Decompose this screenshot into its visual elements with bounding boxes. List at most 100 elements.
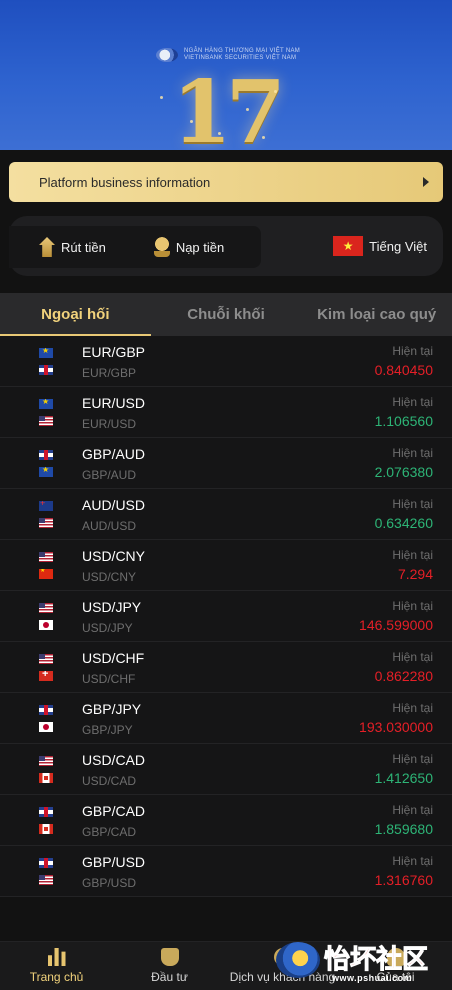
platform-info-label: Platform business information (39, 174, 211, 190)
watermark: 怡坏社区 www.pshuai.com (276, 942, 429, 983)
pair-price: 0.862280 (374, 668, 433, 684)
quote-flag-icon (39, 416, 53, 426)
vietnam-flag-icon: ★ (333, 236, 364, 256)
quote-flag-icon (39, 467, 53, 477)
pair-row[interactable]: EUR/GBP EUR/GBP Hiện tại 0.840450 (0, 336, 452, 387)
hero-banner: NGÂN HÀNG THƯƠNG MẠI VIỆT NAM VIETINBANK… (0, 0, 452, 150)
base-flag-icon (39, 603, 53, 613)
pair-subtitle: GBP/AUD (82, 468, 137, 482)
watermark-url: www.pshuai.com (332, 973, 413, 983)
pair-row[interactable]: GBP/AUD GBP/AUD Hiện tại 2.076380 (0, 438, 452, 489)
language-selector[interactable]: ★ Tiếng Việt (333, 236, 427, 256)
nav-invest-label: Đầu tư (151, 970, 188, 984)
pair-row[interactable]: GBP/USD GBP/USD Hiện tại 1.316760 (0, 846, 452, 897)
base-flag-icon (39, 399, 53, 409)
current-label: Hiện tại (392, 752, 433, 766)
base-flag-icon (39, 654, 53, 664)
current-label: Hiện tại (392, 650, 433, 664)
nav-invest[interactable]: Đầu tư (113, 942, 226, 990)
base-flag-icon (39, 858, 53, 868)
language-label: Tiếng Việt (369, 238, 427, 254)
pair-flags (39, 858, 53, 892)
pair-row[interactable]: GBP/JPY GBP/JPY Hiện tại 193.030000 (0, 693, 452, 744)
current-label: Hiện tại (392, 599, 433, 613)
base-flag-icon (39, 552, 53, 562)
deposit-button[interactable]: Nạp tiền (153, 237, 225, 257)
pair-price: 0.840450 (374, 362, 433, 378)
pair-subtitle: GBP/CAD (82, 825, 137, 839)
pair-price: 1.106560 (374, 413, 433, 429)
quote-flag-icon (39, 722, 53, 732)
pair-row[interactable]: USD/JPY USD/JPY Hiện tại 146.599000 (0, 591, 452, 642)
banner-logo-text: NGÂN HÀNG THƯƠNG MẠI VIỆT NAM VIETINBANK… (184, 48, 301, 61)
watermark-logo-icon (276, 942, 320, 978)
current-label: Hiện tại (392, 497, 433, 511)
quote-flag-icon (39, 824, 53, 834)
currency-pair-list: EUR/GBPEUR/GBPHiện tại0.840450EUR/USDEUR… (0, 336, 452, 897)
pair-flags (39, 399, 53, 433)
nav-home-label: Trang chủ (29, 970, 84, 984)
pair-subtitle: USD/JPY (82, 621, 133, 635)
quote-flag-icon (39, 569, 53, 579)
withdraw-button[interactable]: Rút tiền (39, 237, 106, 257)
pair-flags (39, 450, 53, 484)
deposit-icon (153, 237, 170, 257)
market-tabs: Ngoại hối Chuỗi khối Kim loại cao quý (0, 293, 452, 336)
current-label: Hiện tại (392, 395, 433, 409)
platform-info-button[interactable]: Platform business information (9, 162, 443, 202)
deposit-label: Nạp tiền (175, 239, 225, 255)
pair-name: GBP/JPY (82, 701, 142, 717)
base-flag-icon (39, 807, 53, 817)
base-flag-icon (39, 756, 53, 766)
pair-name: USD/CHF (82, 650, 145, 666)
pair-row[interactable]: USD/CNY USD/CNY Hiện tại 7.294 (0, 540, 452, 591)
quote-flag-icon (39, 875, 53, 885)
quote-flag-icon (39, 620, 53, 630)
pair-flags (39, 756, 53, 790)
current-label: Hiện tại (392, 446, 433, 460)
nav-home[interactable]: Trang chủ (0, 942, 113, 990)
pair-price: 146.599000 (359, 617, 433, 633)
pair-row[interactable]: EUR/USD EUR/USD Hiện tại 1.106560 (0, 387, 452, 438)
pair-price: 193.030000 (359, 719, 433, 735)
tab-precious-metals[interactable]: Kim loại cao quý (301, 293, 452, 336)
tab-blockchain[interactable]: Chuỗi khối (151, 293, 302, 336)
pair-price: 1.859680 (374, 821, 433, 837)
banner-logo: NGÂN HÀNG THƯƠNG MẠI VIỆT NAM VIETINBANK… (156, 48, 300, 62)
pair-subtitle: GBP/USD (82, 876, 137, 890)
pair-flags (39, 807, 53, 841)
pair-subtitle: AUD/USD (82, 519, 137, 533)
pair-row[interactable]: GBP/CAD GBP/CAD Hiện tại 1.859680 (0, 795, 452, 846)
quote-flag-icon (39, 518, 53, 528)
pair-flags (39, 705, 53, 739)
tab-forex[interactable]: Ngoại hối (0, 293, 151, 336)
pair-name: USD/CAD (82, 752, 146, 768)
pair-subtitle: GBP/JPY (82, 723, 133, 737)
base-flag-icon (39, 705, 53, 715)
pair-name: AUD/USD (82, 497, 146, 513)
pair-flags (39, 552, 53, 586)
pair-flags (39, 501, 53, 535)
pair-name: GBP/AUD (82, 446, 146, 462)
withdraw-label: Rút tiền (61, 239, 106, 255)
watermark-text: 怡坏社区 (323, 945, 429, 975)
trophy-icon (160, 948, 179, 966)
current-label: Hiện tại (392, 344, 433, 358)
pair-flags (39, 348, 53, 382)
pair-name: EUR/GBP (82, 344, 146, 360)
wallet-actions: Rút tiền Nạp tiền (9, 226, 261, 268)
current-label: Hiện tại (392, 854, 433, 868)
pair-subtitle: USD/CHF (82, 672, 136, 686)
pair-price: 7.294 (397, 566, 433, 582)
pair-price: 2.076380 (374, 464, 433, 480)
pair-price: 1.412650 (374, 770, 433, 786)
current-label: Hiện tại (392, 701, 433, 715)
caret-right-icon (423, 177, 429, 187)
pair-price: 1.316760 (374, 872, 433, 888)
current-label: Hiện tại (392, 803, 433, 817)
pair-row[interactable]: AUD/USD AUD/USD Hiện tại 0.634260 (0, 489, 452, 540)
pair-row[interactable]: USD/CHF USD/CHF Hiện tại 0.862280 (0, 642, 452, 693)
pair-name: GBP/CAD (82, 803, 146, 819)
pair-row[interactable]: USD/CAD USD/CAD Hiện tại 1.412650 (0, 744, 452, 795)
pair-subtitle: USD/CAD (82, 774, 137, 788)
